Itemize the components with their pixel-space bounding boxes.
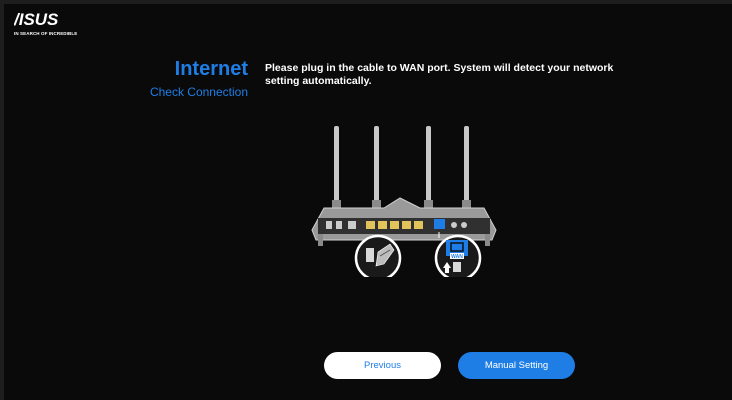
router-wan-port-icon: WAN [304, 122, 504, 282]
asus-logo: /ISUS IN SEARCH OF INCREDIBLE [14, 10, 94, 40]
manual-setting-button[interactable]: Manual Setting [458, 352, 575, 379]
page-title: Internet [174, 58, 248, 80]
setup-wizard-frame: /ISUS IN SEARCH OF INCREDIBLE Internet C… [0, 0, 732, 400]
previous-button[interactable]: Previous [324, 352, 441, 379]
asus-logo-mark: /ISUS [14, 10, 59, 28]
svg-text:/ISUS: /ISUS [14, 10, 59, 28]
wan-port-label: WAN [451, 254, 463, 260]
brand-tagline: IN SEARCH OF INCREDIBLE [14, 31, 78, 36]
page-subtitle: Check Connection [149, 85, 248, 99]
setup-panel: /ISUS IN SEARCH OF INCREDIBLE Internet C… [4, 4, 732, 400]
instruction-text: Please plug in the cable to WAN port. Sy… [265, 62, 614, 87]
